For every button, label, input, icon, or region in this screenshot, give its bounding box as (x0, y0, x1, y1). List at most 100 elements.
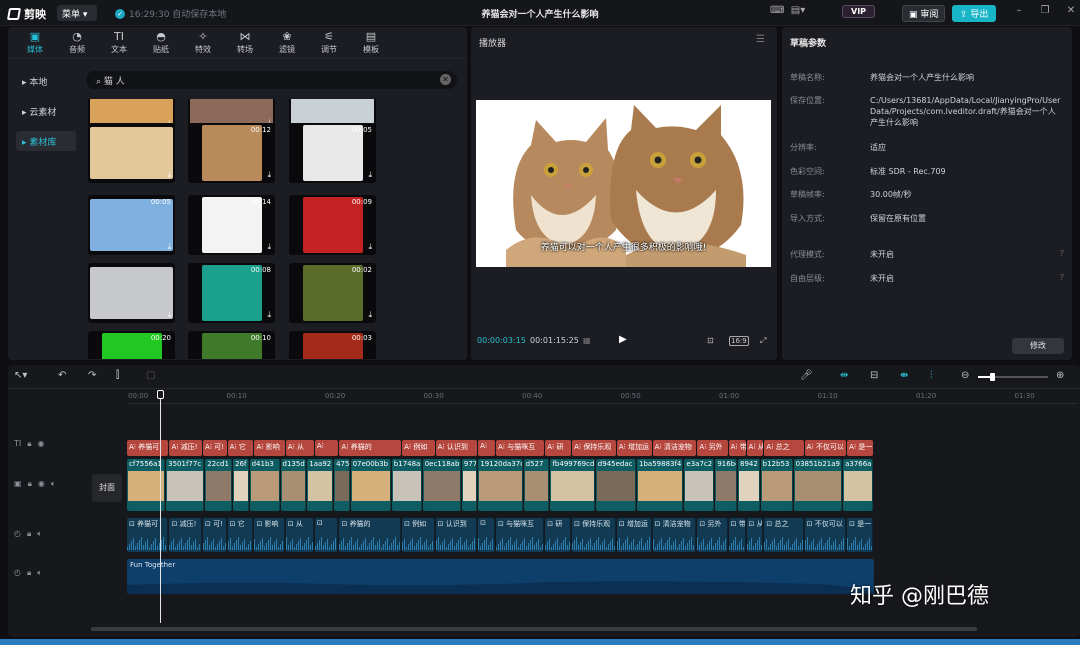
voice-clip[interactable]: ⊡ 带 (728, 518, 746, 552)
video-clip[interactable]: 1aa92 (307, 459, 334, 511)
media-thumbnail[interactable]: 00:09 ⤓ (289, 195, 376, 255)
keyboard-icon[interactable]: ⌨ (770, 5, 784, 16)
voice-clip[interactable]: ⊡ 从 (285, 518, 314, 552)
speaker-icon[interactable]: 🔈︎ (37, 568, 42, 578)
voice-clip[interactable]: ⊡ 它 (227, 518, 254, 552)
media-thumbnail[interactable]: ⤓ (88, 263, 175, 323)
video-clip[interactable]: 3501f77c (166, 459, 205, 511)
zoom-slider[interactable] (978, 373, 1048, 381)
voice-clip[interactable]: ⊡ 影响 (254, 518, 285, 552)
tab-template[interactable]: ▤ 模板 (350, 27, 392, 58)
text-clip[interactable]: A⁝ 减压! (169, 440, 203, 456)
text-clip[interactable]: A⁝ 与猫咪互 (496, 440, 545, 456)
video-clip[interactable]: d527 (523, 459, 550, 511)
mic-icon[interactable]: 🎤︎ (800, 370, 813, 381)
text-clip[interactable]: A⁝ 它 (227, 440, 254, 456)
download-icon[interactable]: ⤓ (167, 242, 171, 252)
video-clip[interactable]: 19120da37c (478, 459, 523, 511)
text-clip[interactable]: A⁝ 从 (746, 440, 764, 456)
voice-clip[interactable]: ⊡ 增加运 (616, 518, 652, 552)
text-clip[interactable]: A⁝ 例如 (402, 440, 435, 456)
zoom-slider-handle[interactable] (990, 373, 995, 381)
media-thumbnail[interactable]: 00:03⤓ (289, 331, 376, 359)
video-clip[interactable]: e3a7c2 (684, 459, 715, 511)
text-clip[interactable]: A⁝ 从 (285, 440, 314, 456)
voice-clip[interactable]: ⊡ 不仅可以 (804, 518, 847, 552)
playhead-handle[interactable] (157, 390, 164, 399)
sidebar-item-local[interactable]: ▸ 本地 (16, 71, 76, 91)
download-icon[interactable]: ⤓ (267, 242, 271, 252)
voice-clip[interactable]: ⊡ 从 (746, 518, 764, 552)
video-preview[interactable]: 养猫可以对一个人产生很多积极的影响哦! (476, 100, 771, 267)
search-input[interactable]: ⌕ 猫 人 ✕ (86, 71, 457, 89)
download-icon[interactable]: ⤓ (368, 242, 372, 252)
zoom-out-icon[interactable]: ⊖ (961, 370, 969, 381)
tab-adjust[interactable]: ⚟ 调节 (308, 27, 350, 58)
ratio-button[interactable]: 16:9 (729, 336, 749, 346)
voice-clip[interactable]: ⊡ 保持乐观 (572, 518, 616, 552)
delete-icon[interactable]: ▢ (146, 370, 155, 381)
text-clip[interactable]: A⁝ 总之 (764, 440, 804, 456)
export-button[interactable]: ⇪ 导出 (952, 5, 997, 22)
split-icon[interactable]: ⫿ (116, 370, 119, 381)
tab-sticker[interactable]: ◓ 贴纸 (140, 27, 182, 58)
menu-icon[interactable]: ☰ (756, 34, 765, 45)
help-icon[interactable]: ? (1060, 273, 1064, 282)
voice-clip[interactable]: ⊡ 另外 (697, 518, 728, 552)
snap-icon[interactable]: ⊟ (870, 370, 878, 381)
select-tool-icon[interactable]: ↖▾ (14, 370, 27, 381)
video-clip[interactable]: 07e00b3b (350, 459, 391, 511)
video-clip[interactable]: 8942 (737, 459, 760, 511)
download-icon[interactable]: ⤓ (167, 310, 171, 320)
voice-clip[interactable]: ⊡ 例如 (402, 518, 435, 552)
sidebar-item-cloud[interactable]: ▸ 云素材 (16, 101, 76, 121)
play-icon[interactable]: ▶ (619, 334, 627, 345)
voice-clip[interactable]: ⊡ 认识到 (435, 518, 478, 552)
media-thumbnail[interactable]: 00:08 ⤓ (188, 263, 275, 323)
video-clip[interactable]: 1ba59883f4 (637, 459, 684, 511)
linkage-icon[interactable]: ⇼ (900, 370, 908, 381)
tab-audio[interactable]: ◔ 音频 (56, 27, 98, 58)
voice-clip[interactable]: ⊡ (478, 518, 496, 552)
video-clip[interactable]: 03851b21a9 (793, 459, 843, 511)
text-clip[interactable]: A⁝ 养猫可 (127, 440, 169, 456)
voice-clip[interactable]: ⊡ (314, 518, 339, 552)
eye-icon[interactable]: ◉ (38, 439, 45, 449)
download-icon[interactable]: ⤓ (267, 170, 271, 180)
download-icon[interactable]: ⤓ (368, 170, 372, 180)
text-clip[interactable]: A⁝ 养猫的 (339, 440, 402, 456)
media-thumbnail[interactable]: 00:05 ⤓ (289, 123, 376, 183)
voice-clip[interactable]: ⊡ 养猫的 (339, 518, 402, 552)
undo-icon[interactable]: ↶ (58, 370, 66, 381)
text-clip[interactable]: A⁝ 带 (728, 440, 746, 456)
voice-clip[interactable]: ⊡ 可! (203, 518, 227, 552)
media-thumbnail[interactable]: ⤓ (88, 123, 175, 183)
playhead[interactable] (157, 390, 164, 623)
menu-button[interactable]: 菜单 ▾ (57, 5, 97, 21)
text-clip[interactable]: A⁝ 可! (203, 440, 227, 456)
zoom-in-icon[interactable]: ⊕ (1056, 370, 1064, 381)
fullscreen-icon[interactable]: ⤢ (760, 336, 766, 346)
voice-clip[interactable]: ⊡ 是一 (847, 518, 873, 552)
maximize-icon[interactable]: ❐ (1038, 5, 1052, 16)
modify-button[interactable]: 修改 (1012, 338, 1064, 354)
video-clip[interactable]: 916bc (715, 459, 737, 511)
layout-icon[interactable]: ▤▾ (788, 5, 808, 16)
video-clip[interactable]: fb499769cd (550, 459, 595, 511)
fullscreen-focus-icon[interactable]: ⊡ (707, 336, 714, 345)
tab-media[interactable]: ▣ 媒体 (14, 27, 56, 58)
media-thumbnail[interactable]: 00:20⤓ (88, 331, 175, 359)
cover-button[interactable]: 封面 (92, 474, 122, 502)
text-clip[interactable]: A⁝ 保持乐观 (572, 440, 616, 456)
video-clip[interactable]: 475 (334, 459, 350, 511)
redo-icon[interactable]: ↷ (88, 370, 96, 381)
text-clip[interactable]: A⁝ 清洁宠物 (652, 440, 697, 456)
text-clip[interactable]: A⁝ 研 (545, 440, 572, 456)
text-clip[interactable]: A⁝ (478, 440, 496, 456)
eye-icon[interactable]: ◉ (38, 479, 45, 489)
voice-clip[interactable]: ⊡ 养猫可 (127, 518, 169, 552)
text-clip[interactable]: A⁝ 影响 (254, 440, 285, 456)
preview-axis-icon[interactable]: ⫶ (930, 370, 933, 381)
text-clip[interactable]: A⁝ 增加运 (616, 440, 652, 456)
voice-clip[interactable]: ⊡ 与猫咪互 (496, 518, 545, 552)
